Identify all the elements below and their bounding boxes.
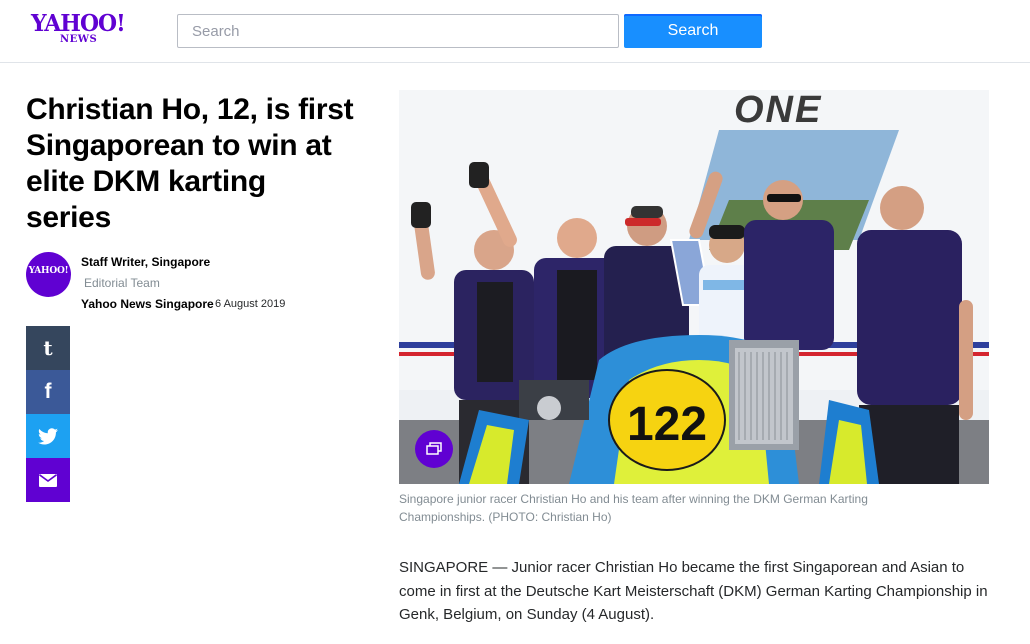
share-mail-button[interactable] [26,458,70,502]
share-twitter-button[interactable] [26,414,70,458]
gallery-icon [426,442,442,455]
gallery-button[interactable] [415,430,453,468]
author-team: Editorial Team [84,276,160,290]
publisher-name: Yahoo News Singapore [81,297,214,311]
mail-icon [39,473,57,487]
publish-date: 6 August 2019 [215,298,286,310]
avatar-logo-text: YAHOO! [28,266,69,276]
tumblr-icon: t [43,336,53,360]
photo-illustration: ONE 122 [399,90,989,484]
site-header: YAHOO! NEWS Search [0,0,1030,63]
photo-caption: Singapore junior racer Christian Ho and … [399,492,868,524]
article-photo[interactable]: ONE 122 [399,90,989,484]
kart-number-text: 122 [627,398,707,451]
article-body: SINGAPORE — Junior racer Christian Ho be… [399,559,988,623]
facebook-icon: f [44,380,52,403]
author-name[interactable]: Staff Writer, Singapore [81,255,210,269]
search-button[interactable]: Search [624,14,762,48]
author-avatar[interactable]: YAHOO! [26,252,71,297]
share-facebook-button[interactable]: f [26,370,70,414]
search-input[interactable] [177,14,619,48]
twitter-icon [38,427,58,444]
truck-brand-text: ONE [734,90,822,131]
logo-subtitle: NEWS [60,34,98,45]
yahoo-news-logo[interactable]: YAHOO! NEWS [31,11,131,51]
article-headline: Christian Ho, 12, is first Singaporean t… [26,93,354,234]
share-tumblr-button[interactable]: t [26,326,70,370]
